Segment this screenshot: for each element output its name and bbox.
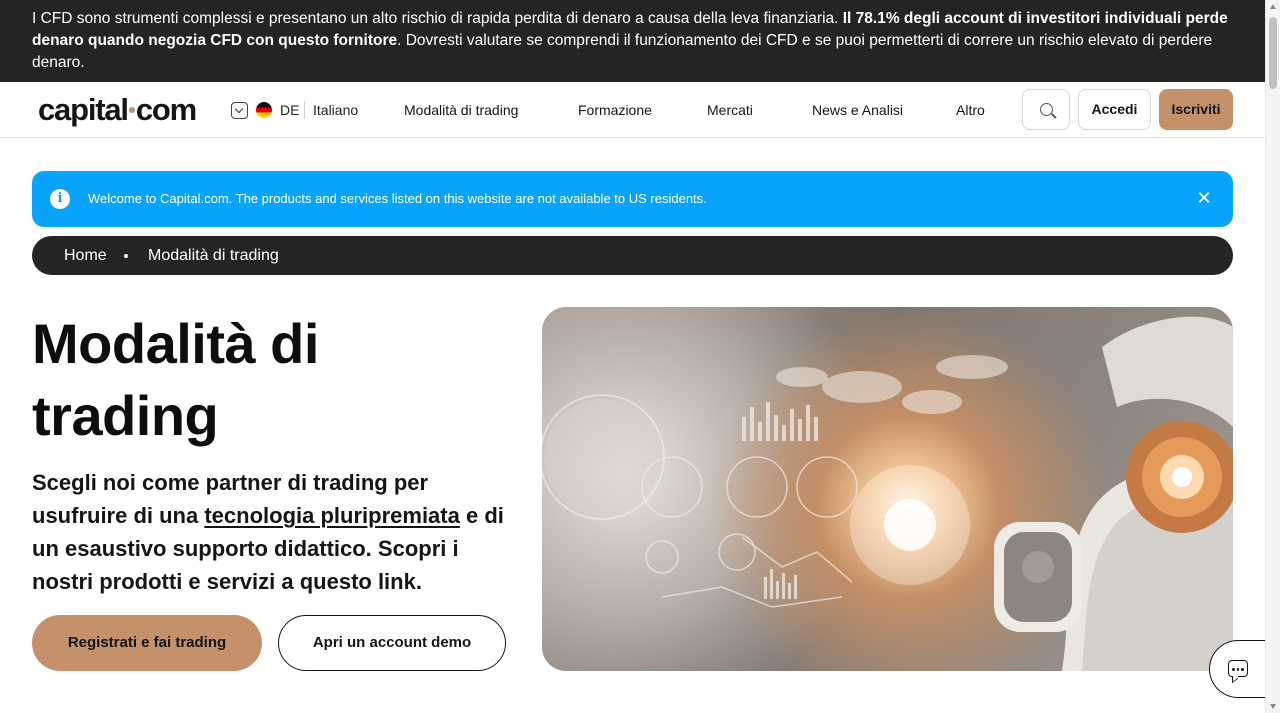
language-selector[interactable]: Italiano [313, 102, 358, 119]
risk-warning-bar: I CFD sono strumenti complessi e present… [0, 0, 1265, 82]
scroll-down-icon[interactable] [1270, 704, 1276, 709]
nav-markets[interactable]: Mercati [707, 102, 753, 119]
nav-trading-modes[interactable]: Modalità di trading [404, 102, 518, 119]
hero-illustration [542, 316, 1233, 671]
language-separator [304, 101, 305, 119]
breadcrumb: Home Modalità di trading [32, 236, 1233, 275]
award-winning-technology-link[interactable]: tecnologia pluripremiata [204, 503, 460, 528]
nav-news-analysis[interactable]: News e Analisi [812, 102, 903, 119]
open-demo-account-button[interactable]: Apri un account demo [278, 615, 506, 671]
us-residents-info-banner: i Welcome to Capital.com. The products a… [32, 171, 1233, 227]
breadcrumb-home-link[interactable]: Home [64, 246, 107, 266]
nav-education[interactable]: Formazione [578, 102, 652, 119]
register-and-trade-button[interactable]: Registrati e fai trading [32, 615, 262, 671]
chevron-down-icon[interactable] [231, 102, 248, 119]
search-button[interactable] [1022, 89, 1070, 130]
info-banner-text: Welcome to Capital.com. The products and… [88, 191, 707, 206]
breadcrumb-separator [124, 254, 128, 258]
info-icon: i [50, 189, 70, 209]
scrollbar-thumb[interactable] [1269, 17, 1277, 89]
risk-warning-text: I CFD sono strumenti complessi e present… [32, 10, 843, 27]
language-region-code[interactable]: DE [280, 102, 299, 119]
scroll-up-icon[interactable] [1270, 4, 1276, 9]
signup-button[interactable]: Iscriviti [1159, 89, 1233, 130]
login-button[interactable]: Accedi [1078, 89, 1151, 130]
logo-dot [128, 106, 135, 113]
page-scrollbar[interactable] [1265, 0, 1280, 713]
close-icon[interactable]: ✕ [1195, 189, 1213, 207]
chat-icon [1228, 660, 1248, 677]
chat-button[interactable] [1209, 640, 1269, 698]
breadcrumb-current: Modalità di trading [148, 247, 279, 264]
nav-more[interactable]: Altro [956, 102, 985, 119]
main-navigation: capital com DE Italiano Modalità di tradi… [0, 82, 1265, 138]
page-title: Modalità di trading [32, 312, 319, 447]
germany-flag-icon[interactable] [256, 102, 272, 118]
hero-subtitle: Scegli noi come partner di trading per u… [32, 470, 504, 594]
hero-robot-image [542, 307, 1233, 671]
capital-com-logo[interactable]: capital com [38, 90, 197, 130]
